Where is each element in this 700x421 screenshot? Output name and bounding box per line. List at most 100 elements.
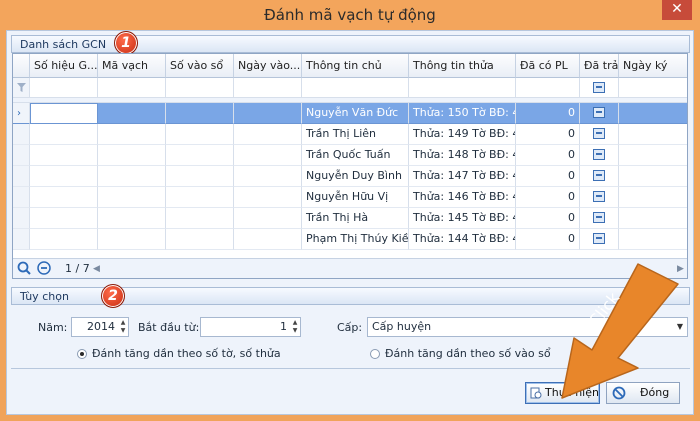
- table-cell[interactable]: [98, 208, 166, 229]
- collapse-icon[interactable]: [37, 261, 51, 275]
- table-cell[interactable]: Thửa: 147 Tờ BĐ: 4: [409, 166, 516, 187]
- table-cell[interactable]: [580, 145, 619, 166]
- table-cell[interactable]: 0: [516, 208, 580, 229]
- checkbox-icon[interactable]: [593, 169, 605, 181]
- table-cell[interactable]: 0: [516, 124, 580, 145]
- column-header[interactable]: Đã trả: [580, 54, 619, 78]
- column-header[interactable]: Ngày ký: [619, 54, 687, 78]
- table-cell[interactable]: [234, 166, 302, 187]
- search-icon[interactable]: [17, 261, 31, 275]
- column-header[interactable]: Số hiệu G...: [30, 54, 98, 78]
- column-header[interactable]: Thông tin thửa: [409, 54, 516, 78]
- table-cell[interactable]: Thửa: 150 Tờ BĐ: 4: [409, 103, 516, 124]
- table-cell[interactable]: [580, 103, 619, 124]
- start-spin-icon[interactable]: ▲ ▼: [291, 319, 299, 335]
- radio-sheet-parcel[interactable]: [77, 349, 87, 359]
- filter-cell[interactable]: [516, 78, 580, 98]
- table-cell[interactable]: [619, 229, 687, 250]
- chevron-down-icon[interactable]: ▼: [677, 318, 683, 336]
- filter-cell[interactable]: [98, 78, 166, 98]
- table-cell[interactable]: [166, 187, 234, 208]
- table-cell[interactable]: [619, 187, 687, 208]
- filter-cell[interactable]: [30, 78, 98, 98]
- table-row[interactable]: Nguyễn Hữu Vị Thửa: 146 Tờ BĐ: 40: [13, 187, 687, 208]
- table-cell[interactable]: [98, 187, 166, 208]
- table-cell[interactable]: [619, 124, 687, 145]
- start-stepper[interactable]: 1 ▲ ▼: [200, 317, 301, 337]
- table-cell[interactable]: [98, 229, 166, 250]
- table-cell[interactable]: [580, 124, 619, 145]
- table-cell[interactable]: [580, 229, 619, 250]
- column-header[interactable]: Ngày vào...: [234, 54, 302, 78]
- checkbox-icon[interactable]: [593, 106, 605, 118]
- table-cell[interactable]: [619, 208, 687, 229]
- filter-cell[interactable]: [619, 78, 687, 98]
- table-cell[interactable]: [30, 229, 98, 250]
- table-cell[interactable]: [166, 166, 234, 187]
- column-header[interactable]: Đã có PL: [516, 54, 580, 78]
- table-cell[interactable]: [234, 103, 302, 124]
- table-cell[interactable]: [98, 145, 166, 166]
- table-cell[interactable]: Trần Thị Hà: [302, 208, 409, 229]
- table-row[interactable]: › Nguyễn Văn Đức Thửa: 150 Tờ BĐ: 40: [13, 103, 687, 124]
- table-cell[interactable]: [98, 103, 166, 124]
- row-indicator[interactable]: [13, 187, 30, 208]
- table-cell[interactable]: [98, 124, 166, 145]
- table-cell[interactable]: Thửa: 144 Tờ BĐ: 4: [409, 229, 516, 250]
- scroll-right-icon[interactable]: ▶: [677, 264, 684, 274]
- table-cell[interactable]: Nguyễn Văn Đức: [302, 103, 409, 124]
- table-cell[interactable]: 0: [516, 145, 580, 166]
- table-cell[interactable]: [619, 145, 687, 166]
- row-indicator[interactable]: [13, 166, 30, 187]
- row-indicator[interactable]: [13, 208, 30, 229]
- year-stepper[interactable]: 2014 ▲ ▼: [71, 317, 129, 337]
- table-cell[interactable]: [234, 208, 302, 229]
- table-cell[interactable]: 0: [516, 229, 580, 250]
- table-cell[interactable]: [30, 187, 98, 208]
- table-cell[interactable]: Thửa: 148 Tờ BĐ: 4: [409, 145, 516, 166]
- table-cell[interactable]: 0: [516, 166, 580, 187]
- row-indicator[interactable]: [13, 124, 30, 145]
- table-cell[interactable]: [234, 187, 302, 208]
- checkbox-icon[interactable]: [593, 190, 605, 202]
- table-cell[interactable]: [619, 103, 687, 124]
- table-cell[interactable]: [166, 124, 234, 145]
- table-cell[interactable]: Nguyễn Hữu Vị: [302, 187, 409, 208]
- table-cell[interactable]: [30, 103, 98, 124]
- column-header[interactable]: Thông tin chủ: [302, 54, 409, 78]
- filter-cell[interactable]: [302, 78, 409, 98]
- table-cell[interactable]: [30, 145, 98, 166]
- table-cell[interactable]: [166, 103, 234, 124]
- execute-button[interactable]: Thực hiện: [525, 382, 600, 404]
- table-cell[interactable]: 0: [516, 187, 580, 208]
- filter-cell[interactable]: [234, 78, 302, 98]
- level-select[interactable]: Cấp huyện ▼: [367, 317, 688, 337]
- filter-cell[interactable]: [580, 78, 619, 98]
- table-cell[interactable]: [98, 166, 166, 187]
- table-cell[interactable]: Trần Quốc Tuấn: [302, 145, 409, 166]
- filter-cell[interactable]: [409, 78, 516, 98]
- row-indicator[interactable]: [13, 145, 30, 166]
- table-cell[interactable]: [580, 208, 619, 229]
- table-cell[interactable]: Thửa: 146 Tờ BĐ: 4: [409, 187, 516, 208]
- row-indicator[interactable]: [13, 229, 30, 250]
- table-cell[interactable]: [30, 208, 98, 229]
- table-cell[interactable]: Thửa: 149 Tờ BĐ: 4: [409, 124, 516, 145]
- table-cell[interactable]: [619, 166, 687, 187]
- table-row[interactable]: Trần Quốc Tuấn Thửa: 148 Tờ BĐ: 40: [13, 145, 687, 166]
- table-cell[interactable]: 0: [516, 103, 580, 124]
- table-cell[interactable]: [580, 187, 619, 208]
- table-cell[interactable]: Trần Thị Liên: [302, 124, 409, 145]
- checkbox-icon[interactable]: [593, 211, 605, 223]
- table-row[interactable]: Trần Thị Hà Thửa: 145 Tờ BĐ: 40: [13, 208, 687, 229]
- table-row[interactable]: Trần Thị Liên Thửa: 149 Tờ BĐ: 40: [13, 124, 687, 145]
- table-cell[interactable]: [166, 145, 234, 166]
- radio-book-number[interactable]: [370, 349, 380, 359]
- table-cell[interactable]: Phạm Thị Thúy Kiều: [302, 229, 409, 250]
- table-cell[interactable]: [166, 229, 234, 250]
- checkbox-icon[interactable]: [593, 127, 605, 139]
- table-cell[interactable]: [30, 124, 98, 145]
- checkbox-icon[interactable]: [593, 232, 605, 244]
- table-cell[interactable]: [234, 124, 302, 145]
- checkbox-icon[interactable]: [593, 148, 605, 160]
